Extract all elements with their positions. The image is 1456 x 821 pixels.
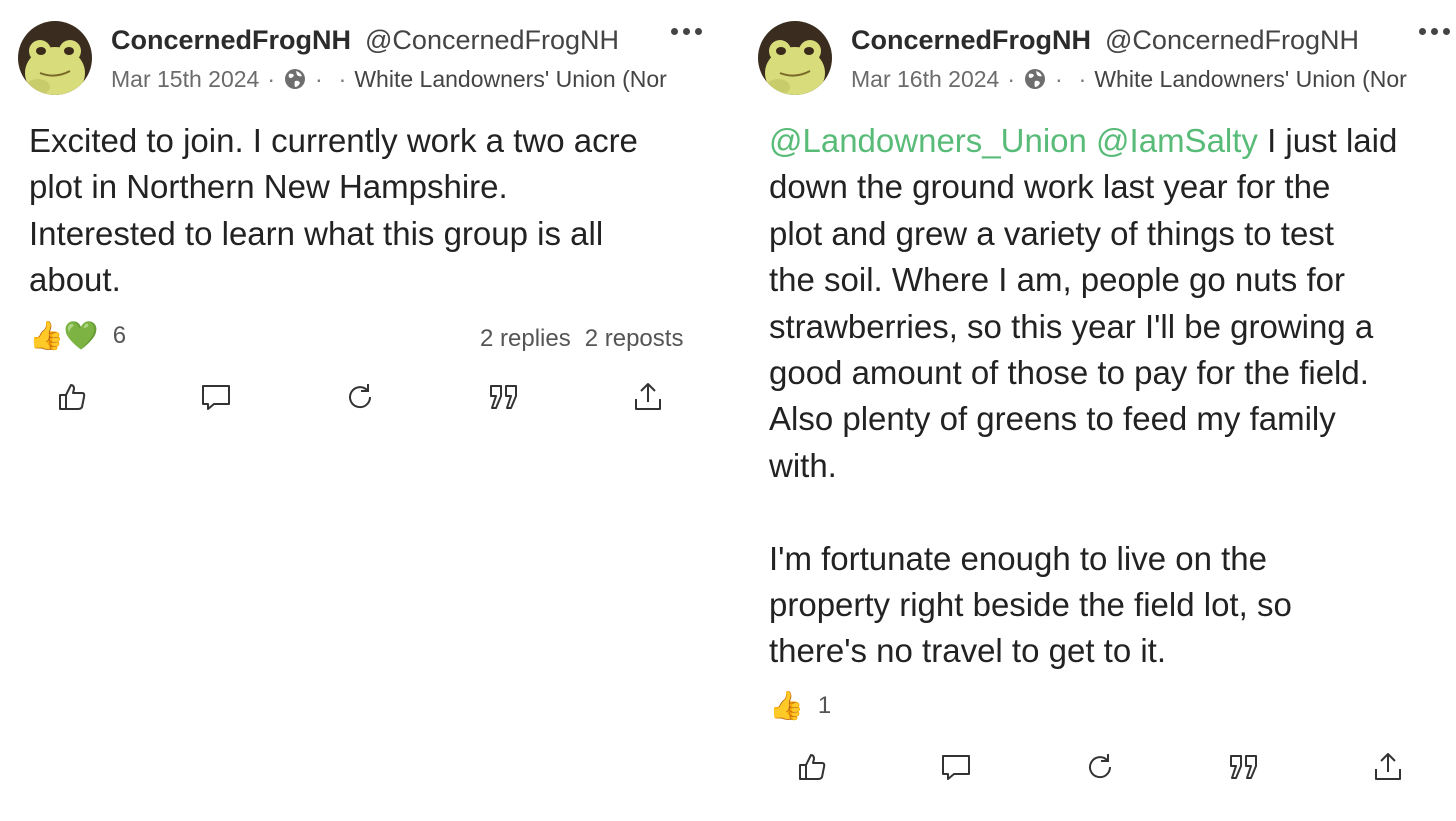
quote-button[interactable] bbox=[1224, 747, 1264, 787]
share-button[interactable] bbox=[628, 377, 668, 417]
comment-icon bbox=[942, 755, 970, 780]
repost-icon bbox=[1089, 754, 1112, 779]
replies-count[interactable]: 2 replies bbox=[480, 325, 571, 352]
reaction-summary[interactable]: 👍 1 bbox=[769, 692, 831, 720]
repost-icon bbox=[349, 384, 372, 409]
post-header: ConcernedFrogNH @ConcernedFrogNH Mar 16t… bbox=[851, 20, 1456, 98]
comment-button[interactable] bbox=[196, 377, 236, 417]
thumbs-up-icon bbox=[59, 384, 86, 410]
share-icon bbox=[635, 383, 661, 410]
comment-button[interactable] bbox=[936, 747, 976, 787]
separator-dot: · bbox=[267, 65, 275, 92]
post-stats: 2 replies 2 reposts bbox=[480, 325, 683, 353]
post-text-content: I just laid down the ground work last ye… bbox=[769, 122, 1398, 670]
like-button[interactable] bbox=[792, 747, 832, 787]
separator-dot: · bbox=[338, 65, 347, 92]
group-name[interactable]: White Landowners' Union (Nor bbox=[1094, 66, 1406, 93]
frog-avatar-image bbox=[758, 21, 832, 95]
avatar[interactable] bbox=[18, 21, 92, 95]
reaction-count: 6 bbox=[112, 322, 127, 349]
display-name[interactable]: ConcernedFrogNH bbox=[111, 25, 351, 56]
separator-dot: · bbox=[1078, 65, 1087, 92]
reaction-summary[interactable]: 👍💚 6 bbox=[29, 322, 126, 350]
action-bar bbox=[740, 747, 1456, 787]
like-button[interactable] bbox=[52, 377, 92, 417]
more-icon[interactable] bbox=[671, 28, 702, 35]
reposts-count[interactable]: 2 reposts bbox=[585, 325, 684, 352]
quote-icon bbox=[490, 385, 517, 409]
action-bar bbox=[0, 377, 728, 417]
frog-avatar-image bbox=[18, 21, 92, 95]
post-text: Excited to join. I currently work a two … bbox=[29, 122, 638, 299]
separator-dot: · bbox=[315, 65, 323, 92]
repost-button[interactable] bbox=[1080, 747, 1120, 787]
reaction-count: 1 bbox=[817, 692, 832, 719]
reaction-emoji: 👍💚 bbox=[29, 320, 99, 351]
post-text: @Landowners_Union @IamSalty I just laid … bbox=[769, 118, 1449, 675]
post-date[interactable]: Mar 15th 2024 bbox=[111, 66, 259, 93]
separator-dot: · bbox=[1055, 65, 1063, 92]
post-card: ConcernedFrogNH @ConcernedFrogNH Mar 15t… bbox=[0, 0, 728, 821]
share-icon bbox=[1375, 753, 1401, 780]
globe-icon bbox=[1025, 69, 1045, 89]
post-card: ConcernedFrogNH @ConcernedFrogNH Mar 16t… bbox=[740, 0, 1456, 821]
display-name[interactable]: ConcernedFrogNH bbox=[851, 25, 1091, 56]
avatar[interactable] bbox=[758, 21, 832, 95]
share-button[interactable] bbox=[1368, 747, 1408, 787]
post-date[interactable]: Mar 16th 2024 bbox=[851, 66, 999, 93]
quote-button[interactable] bbox=[484, 377, 524, 417]
more-icon[interactable] bbox=[1419, 28, 1450, 35]
feed: ConcernedFrogNH @ConcernedFrogNH Mar 15t… bbox=[0, 0, 1456, 821]
separator-dot: · bbox=[1007, 65, 1015, 92]
user-handle[interactable]: @ConcernedFrogNH bbox=[365, 25, 619, 56]
globe-icon bbox=[285, 69, 305, 89]
mention-link[interactable]: @IamSalty bbox=[1096, 122, 1258, 159]
post-header: ConcernedFrogNH @ConcernedFrogNH Mar 15t… bbox=[111, 20, 728, 98]
quote-icon bbox=[1230, 755, 1257, 779]
comment-icon bbox=[202, 385, 230, 410]
repost-button[interactable] bbox=[340, 377, 380, 417]
mention-link[interactable]: @Landowners_Union bbox=[769, 122, 1087, 159]
reaction-emoji: 👍 bbox=[769, 690, 804, 721]
group-name[interactable]: White Landowners' Union (Nor bbox=[354, 66, 666, 93]
user-handle[interactable]: @ConcernedFrogNH bbox=[1105, 25, 1359, 56]
thumbs-up-icon bbox=[799, 754, 826, 780]
